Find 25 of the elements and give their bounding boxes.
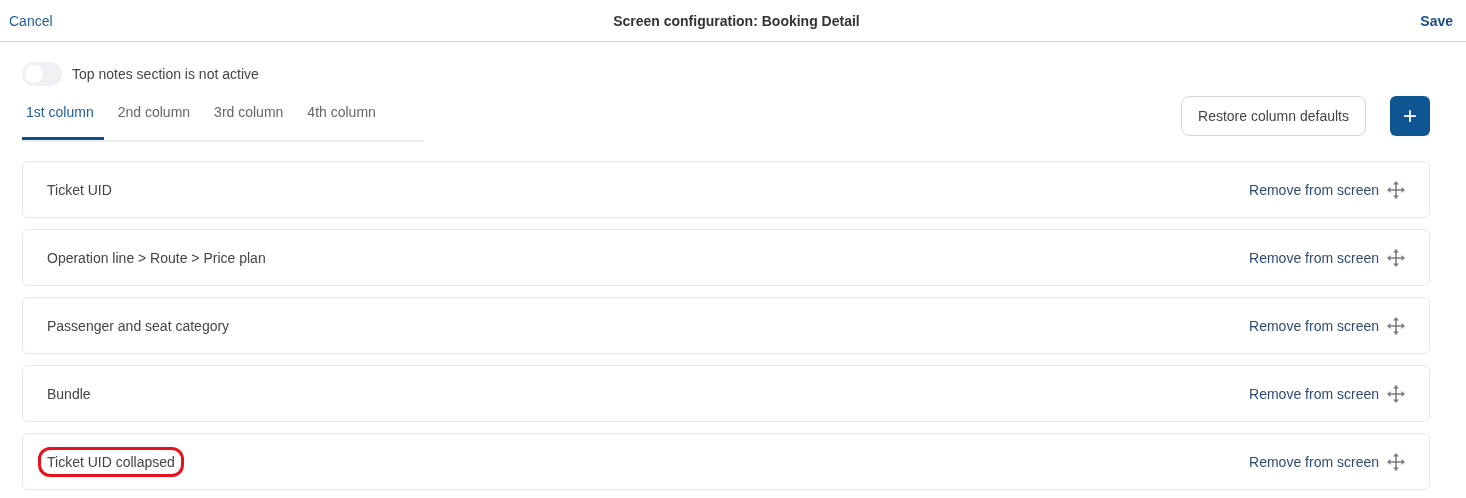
- restore-defaults-button[interactable]: Restore column defaults: [1181, 96, 1366, 136]
- field-label: Ticket UID: [47, 180, 112, 200]
- move-icon[interactable]: [1387, 180, 1405, 199]
- field-label: Ticket UID collapsed: [38, 446, 184, 477]
- toggle-label: Top notes section is not active: [72, 66, 259, 82]
- remove-link[interactable]: Remove from screen: [1249, 317, 1379, 334]
- field-label: Bundle: [47, 384, 91, 404]
- field-label: Passenger and seat category: [47, 316, 230, 336]
- column-tab[interactable]: 3rd column: [210, 98, 294, 140]
- remove-link[interactable]: Remove from screen: [1249, 385, 1379, 402]
- remove-link[interactable]: Remove from screen: [1249, 181, 1379, 198]
- column-tab[interactable]: 2nd column: [113, 98, 201, 140]
- save-link[interactable]: Save: [1420, 12, 1453, 29]
- cancel-link[interactable]: Cancel: [9, 12, 53, 29]
- remove-link[interactable]: Remove from screen: [1249, 453, 1379, 470]
- move-icon[interactable]: [1387, 316, 1405, 335]
- window-title: Screen configuration: Booking Detail: [612, 12, 861, 29]
- remove-link[interactable]: Remove from screen: [1249, 249, 1379, 266]
- move-icon[interactable]: [1387, 248, 1405, 267]
- column-tab[interactable]: 4th column: [303, 98, 386, 140]
- add-button[interactable]: +: [1390, 96, 1430, 136]
- column-tab[interactable]: 1st column: [22, 98, 104, 140]
- move-icon[interactable]: [1387, 452, 1405, 471]
- move-icon[interactable]: [1387, 384, 1405, 403]
- field-label: Operation line > Route > Price plan: [47, 248, 266, 268]
